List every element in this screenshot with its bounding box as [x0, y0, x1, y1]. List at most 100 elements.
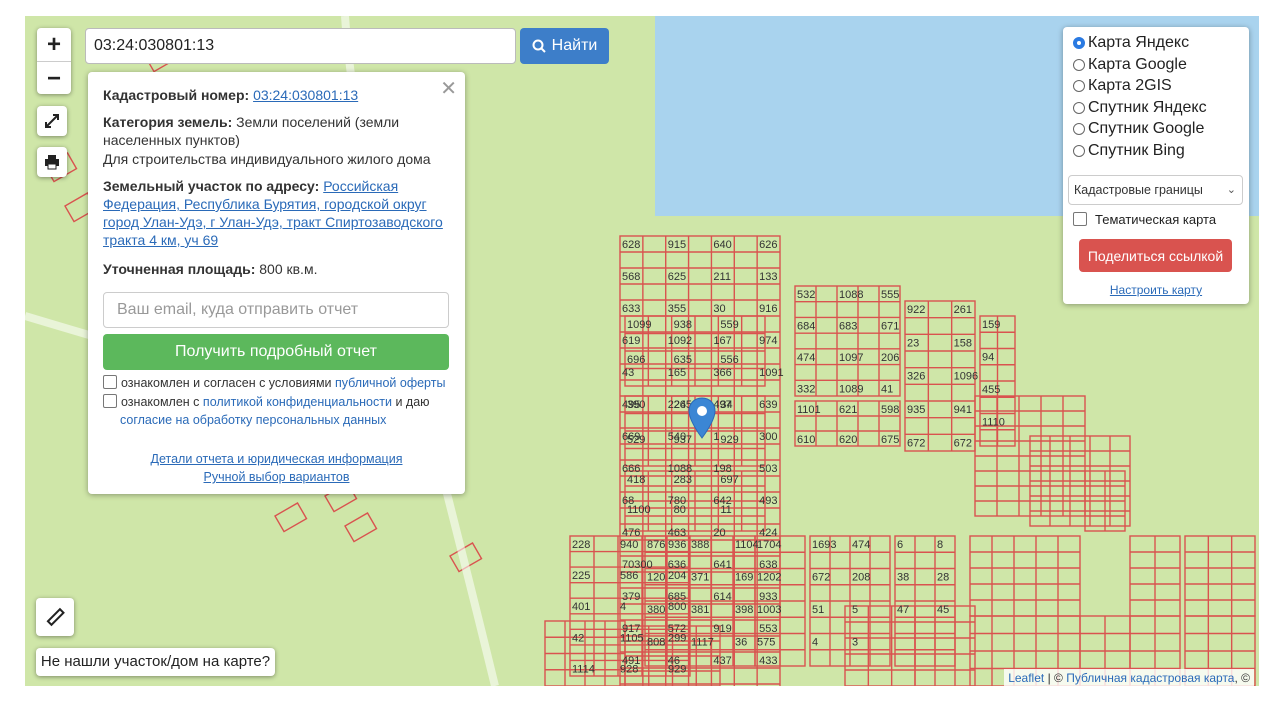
- offer-checkbox[interactable]: [103, 375, 117, 389]
- parcel-number-label: 474: [852, 539, 870, 551]
- fullscreen-button[interactable]: [37, 106, 67, 136]
- layer-option-5[interactable]: Спутник Bing: [1073, 142, 1185, 160]
- thematic-toggle[interactable]: Тематическая карта: [1073, 212, 1216, 227]
- parcel-number-label: 929: [720, 434, 738, 446]
- parcel-number-label: 1003: [757, 604, 781, 616]
- radio-icon: [1073, 123, 1085, 135]
- zoom-in-button[interactable]: +: [37, 28, 71, 62]
- thematic-checkbox[interactable]: [1073, 212, 1087, 226]
- layer-label: Карта 2GIS: [1088, 77, 1172, 94]
- parcel-number-label: 300: [759, 431, 777, 443]
- not-found-button[interactable]: Не нашли участок/дом на карте?: [36, 648, 275, 676]
- parcel-number-label: 36: [735, 637, 747, 649]
- privacy-link[interactable]: политикой конфиденциальности: [203, 395, 392, 409]
- parcel-number-label: 938: [674, 319, 692, 331]
- parcel-number-label: 675: [881, 434, 899, 446]
- measure-button[interactable]: [36, 598, 74, 636]
- privacy-checkbox[interactable]: [103, 394, 117, 408]
- cad-number-link[interactable]: 03:24:030801:13: [253, 87, 358, 103]
- parcel-number-label: 366: [713, 367, 731, 379]
- pkk-link[interactable]: Публичная кадастровая карта: [1066, 671, 1234, 685]
- layer-option-0[interactable]: Карта Яндекс: [1073, 34, 1189, 52]
- parcel-number-label: 158: [954, 337, 972, 349]
- zoom-out-button[interactable]: −: [37, 62, 71, 95]
- area-line: Уточненная площадь: 800 кв.м.: [103, 260, 448, 278]
- location-marker-icon[interactable]: [687, 396, 717, 440]
- layer-switcher: Карта Яндекс Карта Google Карта 2GIS Спу…: [1063, 27, 1249, 304]
- parcel-number-label: 941: [954, 404, 972, 416]
- parcel-number-label: 553: [759, 623, 777, 635]
- parcel-number-label: 1091: [759, 367, 783, 379]
- parcel-number-label: 532: [797, 289, 815, 301]
- parcel-number-label: 1105: [620, 632, 644, 644]
- parcel-number-label: 568: [622, 271, 640, 283]
- overlay-select[interactable]: Кадастровые границы ⌄: [1068, 175, 1243, 205]
- privacy-text2: и даю: [395, 395, 430, 409]
- parcel-number-label: 1089: [839, 383, 863, 395]
- parcel-number-label: 1092: [668, 335, 692, 347]
- parcel-number-label: 476: [622, 527, 640, 539]
- leaflet-link[interactable]: Leaflet: [1008, 671, 1044, 685]
- cad-label: Кадастровый номер:: [103, 87, 250, 103]
- category-line: Категория земель: Земли поселений (земли…: [103, 113, 448, 149]
- setup-map-link[interactable]: Настроить карту: [1063, 283, 1249, 297]
- parcel-number-label: 640: [713, 239, 731, 251]
- parcel-number-label: 635: [674, 354, 692, 366]
- parcel-number-label: 974: [759, 335, 777, 347]
- get-report-button[interactable]: Получить подробный отчет: [103, 334, 449, 370]
- parcel-number-label: 1117: [691, 637, 714, 649]
- find-button[interactable]: Найти: [520, 28, 609, 64]
- parcel-number-label: 575: [757, 637, 775, 649]
- manual-choice-link[interactable]: Ручной выбор вариантов: [88, 470, 465, 484]
- parcel-number-label: 672: [907, 437, 925, 449]
- parcel-number-label: 621: [839, 404, 857, 416]
- consent-link[interactable]: согласие на обработку персональных данны…: [120, 413, 386, 427]
- parcel-number-label: 1693: [812, 539, 836, 551]
- parcel-number-label: 133: [759, 271, 777, 283]
- layer-option-4[interactable]: Спутник Google: [1073, 120, 1204, 138]
- print-button[interactable]: [37, 147, 67, 177]
- parcel-number-label: 371: [691, 572, 709, 584]
- offer-link[interactable]: публичной оферты: [335, 376, 445, 390]
- parcel-number-label: 34: [720, 399, 732, 411]
- parcel-number-label: 628: [622, 239, 640, 251]
- parcel-number-label: 398: [735, 604, 753, 616]
- parcel-number-label: 355: [668, 303, 686, 315]
- details-link[interactable]: Детали отчета и юридическая информация: [88, 452, 465, 466]
- area-label: Уточненная площадь:: [103, 261, 256, 277]
- parcel-number-label: 935: [907, 404, 925, 416]
- parcel-number-label: 380: [647, 604, 665, 616]
- layer-option-1[interactable]: Карта Google: [1073, 56, 1187, 74]
- parcel-number-label: 41: [881, 383, 893, 395]
- parcel-number-label: 4: [812, 637, 818, 649]
- parcel-number-label: 1114: [572, 663, 595, 675]
- area-value: 800 кв.м.: [259, 261, 318, 277]
- attrib-sep: | ©: [1044, 671, 1067, 685]
- parcel-number-label: 424: [759, 527, 777, 539]
- parcel-number-label: 165: [668, 367, 686, 379]
- parcel-number-label: 620: [839, 434, 857, 446]
- address-line: Земельный участок по адресу: Российская …: [103, 177, 448, 249]
- layer-label: Спутник Bing: [1088, 142, 1185, 159]
- parcel-number-label: 915: [668, 239, 686, 251]
- parcel-number-label: 936: [668, 539, 686, 551]
- parcel-number-label: 1202: [757, 572, 781, 584]
- parcel-number-label: 6: [897, 539, 903, 551]
- parcel-number-label: 529: [627, 434, 645, 446]
- zoom-control: + −: [37, 28, 71, 94]
- parcel-number-label: 120: [647, 572, 665, 584]
- parcel-number-label: 261: [954, 304, 972, 316]
- search-input[interactable]: 03:24:030801:13: [85, 28, 516, 64]
- parcel-number-label: 20: [713, 527, 725, 539]
- layer-option-3[interactable]: Спутник Яндекс: [1073, 99, 1207, 117]
- parcel-number-label: 1704: [757, 539, 781, 551]
- email-input[interactable]: Ваш email, куда отправить отчет: [103, 292, 449, 328]
- layer-label: Спутник Яндекс: [1088, 99, 1207, 116]
- parcel-number-label: 474: [797, 352, 815, 364]
- layer-option-2[interactable]: Карта 2GIS: [1073, 77, 1172, 95]
- share-link-button[interactable]: Поделиться ссылкой: [1079, 239, 1232, 272]
- parcel-number-label: 876: [647, 539, 665, 551]
- privacy-text: ознакомлен с: [121, 395, 200, 409]
- parcel-number-label: 933: [759, 591, 777, 603]
- parcel-number-label: 463: [668, 527, 686, 539]
